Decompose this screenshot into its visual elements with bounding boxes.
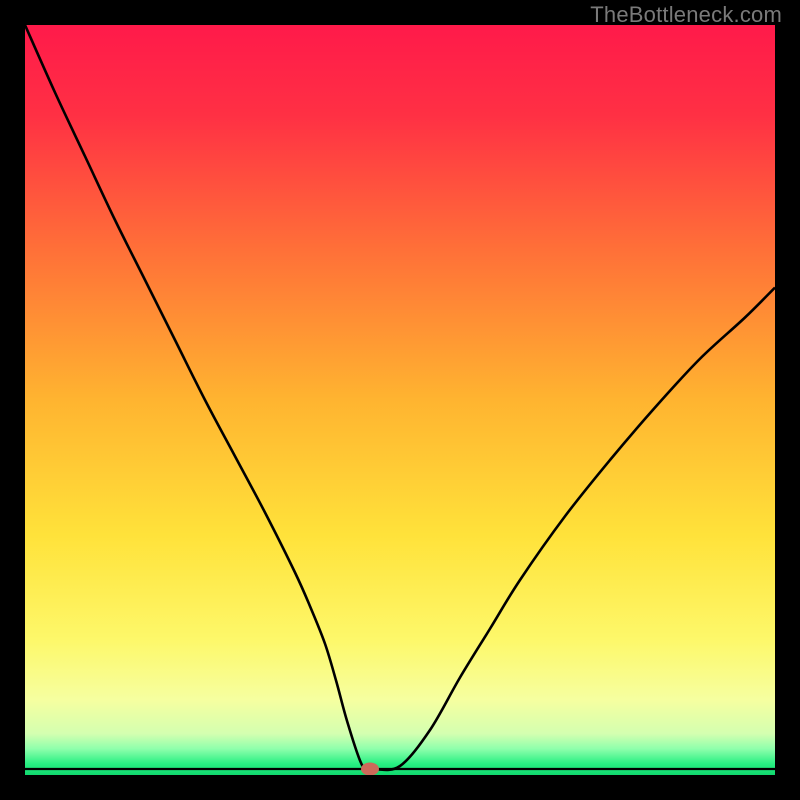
minimum-marker (361, 763, 379, 776)
watermark-text: TheBottleneck.com (590, 2, 782, 28)
bottleneck-chart (25, 25, 775, 775)
chart-frame: TheBottleneck.com (0, 0, 800, 800)
